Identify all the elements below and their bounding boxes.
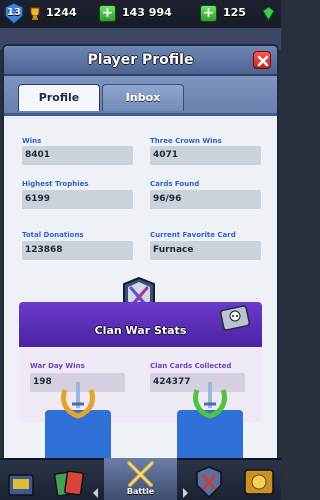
shop-icon[interactable] <box>6 464 36 500</box>
highest-trophies-label: Highest Trophies <box>22 180 89 188</box>
tab-bar: Profile Inbox <box>4 76 277 116</box>
total-donations-value: 123868 <box>22 241 133 260</box>
cards-icon[interactable] <box>52 464 86 500</box>
badge-card-left[interactable] <box>45 382 111 460</box>
three-crown-wins-value: 4071 <box>150 146 261 165</box>
level-badge[interactable]: 13 <box>3 2 25 26</box>
trophy-icon <box>30 7 40 20</box>
wins-label: Wins <box>22 137 42 145</box>
tournament-icon[interactable] <box>242 463 276 500</box>
clan-war-banner: Clan War Stats <box>19 302 262 347</box>
clan-cards-collected-label: Clan Cards Collected <box>150 362 232 370</box>
cards-found-value: 96/96 <box>150 190 261 209</box>
laurel-sword-icon <box>193 382 227 419</box>
favorite-card-value: Furnace <box>150 241 261 260</box>
badge-card-right[interactable] <box>177 382 243 460</box>
wins-value: 8401 <box>22 146 133 165</box>
close-button[interactable] <box>253 51 271 69</box>
battle-tab[interactable]: Battle <box>104 458 177 500</box>
clan-war-title: Clan War Stats <box>94 324 187 337</box>
tab-inbox[interactable]: Inbox <box>102 84 184 111</box>
highest-trophies-value: 6199 <box>22 190 133 209</box>
chevron-left-icon[interactable] <box>92 474 100 500</box>
gold-count: 143 994 <box>122 6 172 19</box>
modal-header: Player Profile <box>4 46 277 76</box>
favorite-card-label: Current Favorite Card <box>150 231 236 239</box>
modal-title: Player Profile <box>87 52 194 68</box>
chevron-right-icon[interactable] <box>181 474 189 500</box>
level-number: 13 <box>7 7 21 18</box>
war-day-wins-label: War Day Wins <box>30 362 85 370</box>
battle-label: Battle <box>126 487 155 496</box>
tab-profile[interactable]: Profile <box>18 84 100 111</box>
laurel-sword-icon <box>61 382 95 419</box>
buy-gems-button[interactable]: + <box>200 5 217 22</box>
buy-gold-button[interactable]: + <box>99 5 116 22</box>
trophy-count: 1244 <box>46 6 77 19</box>
crossed-swords-icon <box>127 461 154 487</box>
cards-found-label: Cards Found <box>150 180 200 188</box>
close-icon <box>257 55 269 67</box>
gem-icon <box>262 6 275 21</box>
gem-count: 125 <box>223 6 246 19</box>
clan-icon[interactable] <box>194 463 224 500</box>
resource-bar: 13 1244 + 143 994 + 125 <box>0 0 281 28</box>
three-crown-wins-label: Three Crown Wins <box>150 137 222 145</box>
total-donations-label: Total Donations <box>22 231 84 239</box>
